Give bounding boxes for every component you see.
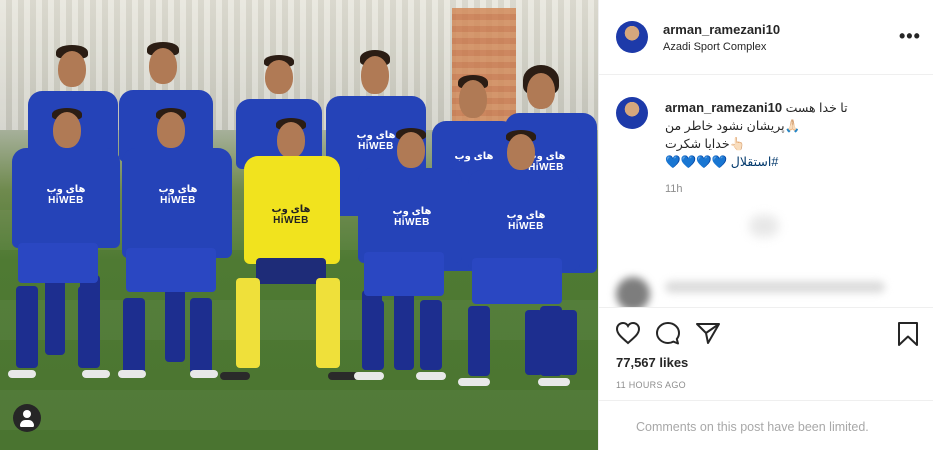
send-icon[interactable]	[695, 321, 721, 345]
caption-username[interactable]: arman_ramezani10	[665, 100, 782, 115]
comment-icon[interactable]	[655, 321, 681, 345]
caption-time: 11h	[665, 183, 683, 195]
post-photo[interactable]: های وب HiWEB های وب های وب HiWEB های وب HiW…	[0, 0, 598, 450]
action-bar	[599, 308, 933, 348]
caption-line-2: 🙏🏻پریشان نشود خاطر من	[665, 119, 801, 133]
caption: تا خدا هست arman_ramezani10 🙏🏻پریشان نشو…	[665, 99, 855, 171]
comments-limited-bar: Comments on this post have been limited.	[599, 400, 933, 451]
goalkeeper: های وب HiWEB	[220, 118, 358, 388]
blue-hearts: 💙💙💙💙	[665, 155, 728, 169]
blurred-content	[749, 215, 779, 237]
post-time[interactable]: 11 HOURS AGO	[616, 380, 686, 390]
player-front-2: های وب HiWEB	[118, 108, 236, 388]
pitch-stripe	[0, 390, 598, 430]
heart-icon[interactable]	[615, 321, 641, 345]
blurred-comment	[665, 281, 885, 293]
header-username[interactable]: arman_ramezani10	[663, 22, 780, 37]
caption-line-1: تا خدا هست	[785, 101, 848, 115]
hashtag-link[interactable]: #استقلال	[731, 155, 779, 169]
post-header: arman_ramezani10 Azadi Sport Complex •••	[599, 0, 933, 75]
location-link[interactable]: Azadi Sport Complex	[663, 41, 766, 53]
comments-limited-notice: Comments on this post have been limited.	[636, 420, 869, 434]
player-front-5-captain: های وب HiWEB	[458, 130, 587, 392]
post-sidebar: arman_ramezani10 Azadi Sport Complex •••…	[598, 0, 933, 450]
user-tag-icon[interactable]	[13, 404, 41, 432]
caption-line-3: 👆🏻خدایا شکرت	[665, 137, 746, 151]
avatar[interactable]	[616, 21, 648, 53]
blurred-avatar	[616, 277, 650, 307]
comments-section: تا خدا هست arman_ramezani10 🙏🏻پریشان نشو…	[599, 75, 933, 308]
more-horizontal-icon[interactable]: •••	[899, 26, 921, 47]
player-front-1: های وب HiWEB	[8, 108, 123, 383]
player-front-4: های وب HiWEB	[350, 128, 465, 390]
caption-avatar[interactable]	[616, 97, 648, 129]
bookmark-icon[interactable]	[897, 321, 919, 347]
likes-count[interactable]: 77,567 likes	[616, 355, 688, 370]
